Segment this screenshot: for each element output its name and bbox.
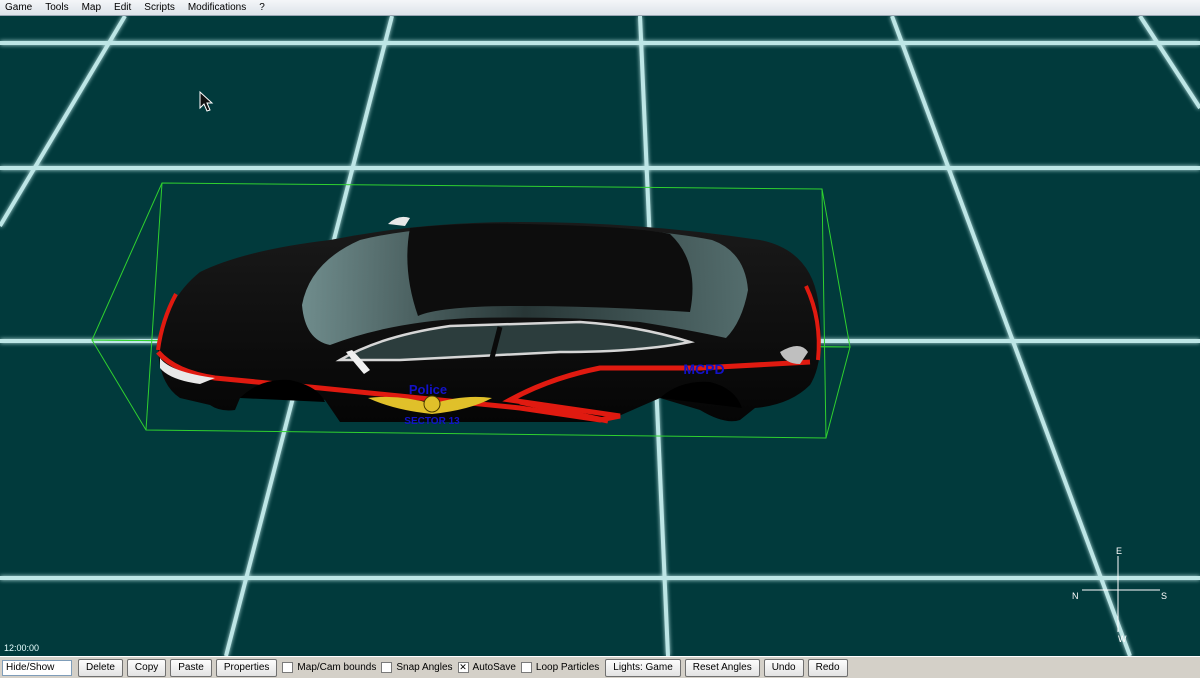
undo-button[interactable]: Undo bbox=[763, 658, 804, 677]
bottom-toolbar: Delete Copy Paste Properties Map/Cam bou… bbox=[0, 656, 1200, 678]
map-cam-bounds-checkbox[interactable]: Map/Cam bounds bbox=[282, 662, 376, 673]
menu-help[interactable]: ? bbox=[254, 0, 273, 16]
snap-angles-checkbox[interactable]: Snap Angles bbox=[381, 662, 453, 673]
copy-button[interactable]: Copy bbox=[126, 658, 167, 677]
loop-particles-checkbox[interactable]: Loop Particles bbox=[520, 662, 600, 673]
checkbox-box[interactable] bbox=[381, 662, 393, 673]
menu-tools[interactable]: Tools bbox=[40, 0, 76, 16]
scene-render: Police SECTOR 13 MCPD bbox=[0, 16, 1200, 656]
compass-east-label: E bbox=[1116, 546, 1123, 556]
compass-north-label: N bbox=[1072, 591, 1079, 601]
autosave-checkbox[interactable]: ✕ AutoSave bbox=[457, 662, 516, 673]
checkbox-box[interactable] bbox=[520, 662, 532, 673]
reset-angles-button[interactable]: Reset Angles bbox=[684, 658, 760, 677]
checkbox-label: AutoSave bbox=[472, 662, 516, 673]
menu-map[interactable]: Map bbox=[77, 0, 109, 16]
properties-button[interactable]: Properties bbox=[215, 658, 278, 677]
delete-button[interactable]: Delete bbox=[78, 658, 123, 677]
redo-button[interactable]: Redo bbox=[807, 658, 848, 677]
mouse-pointer-icon bbox=[199, 90, 214, 112]
checkbox-label: Map/Cam bounds bbox=[297, 662, 377, 673]
checkbox-label: Loop Particles bbox=[535, 662, 600, 673]
3d-viewport[interactable]: Police SECTOR 13 MCPD bbox=[0, 16, 1200, 656]
game-time: 12:00:00 bbox=[4, 643, 40, 653]
compass-south-label: S bbox=[1161, 591, 1168, 601]
menu-scripts[interactable]: Scripts bbox=[139, 0, 183, 16]
compass-west-label: W bbox=[1118, 634, 1127, 644]
hide-show-input[interactable] bbox=[2, 659, 72, 676]
menu-game[interactable]: Game bbox=[0, 0, 40, 16]
decal-unit-text: MCPD bbox=[683, 361, 724, 377]
checkbox-label: Snap Angles bbox=[396, 662, 453, 673]
decal-police-text: Police bbox=[409, 382, 447, 397]
compass-icon bbox=[1082, 556, 1160, 632]
checkbox-box[interactable] bbox=[282, 662, 294, 673]
police-car-model: Police SECTOR 13 MCPD bbox=[156, 216, 821, 427]
menu-modifications[interactable]: Modifications bbox=[183, 0, 254, 16]
lights-button[interactable]: Lights: Game bbox=[605, 658, 681, 677]
checkbox-box-checked[interactable]: ✕ bbox=[457, 662, 469, 673]
decal-sector-text: SECTOR 13 bbox=[404, 416, 460, 427]
menu-bar: Game Tools Map Edit Scripts Modification… bbox=[0, 0, 1200, 16]
menu-edit[interactable]: Edit bbox=[109, 0, 139, 16]
paste-button[interactable]: Paste bbox=[170, 658, 212, 677]
